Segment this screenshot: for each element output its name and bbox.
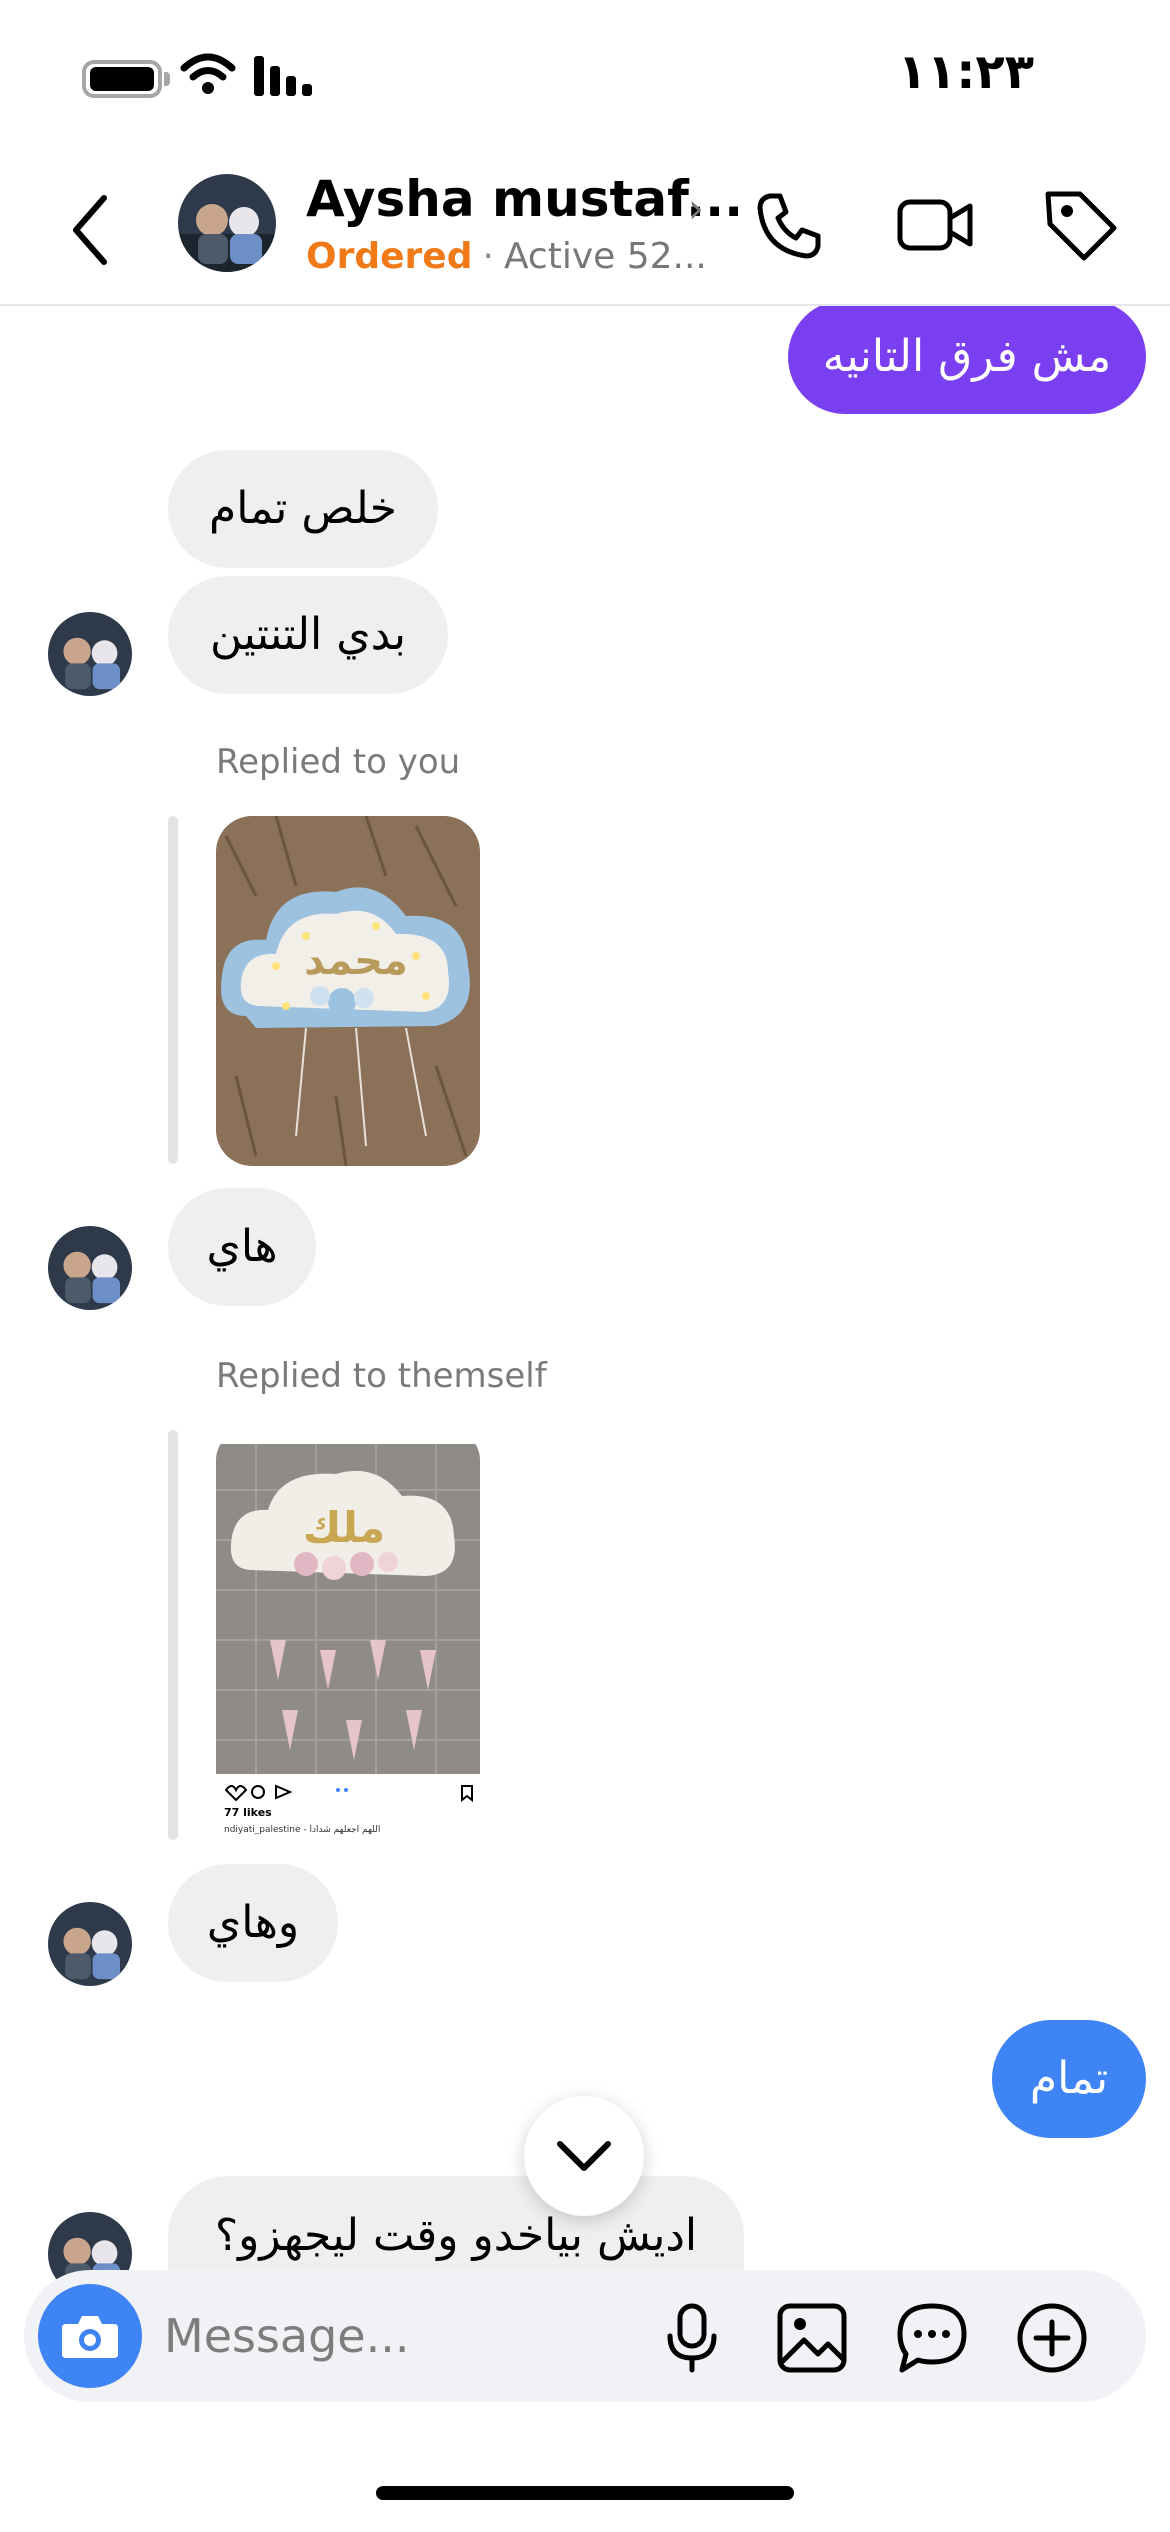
status-time: ١١:٢٣ — [897, 44, 1034, 100]
replied-photo[interactable]: محمد — [216, 816, 480, 1166]
battery-level — [90, 67, 154, 91]
message-incoming[interactable]: وهاي — [168, 1864, 338, 1982]
post-likes: 77 likes — [224, 1806, 272, 1819]
sticker-chat-icon[interactable] — [894, 2300, 970, 2376]
reply-bar — [168, 816, 178, 1164]
video-camera-icon[interactable] — [894, 184, 976, 266]
signal-icon — [254, 56, 312, 96]
battery-tip — [164, 72, 170, 86]
message-input[interactable] — [164, 2298, 634, 2374]
message-outgoing[interactable]: مش فرق التانيه — [788, 300, 1146, 414]
sender-avatar — [48, 1226, 132, 1310]
replied-post[interactable]: ملك 77 likes ndiyati_palestine - اللهم ا… — [216, 1430, 480, 1842]
camera-icon — [62, 2316, 118, 2358]
sender-avatar — [48, 612, 132, 696]
contact-name[interactable]: Aysha mustaf... — [306, 170, 743, 228]
message-incoming[interactable]: هاي — [168, 1188, 316, 1306]
tag-icon[interactable] — [1040, 184, 1122, 266]
post-overlay-text: ملك — [303, 1503, 385, 1552]
message-outgoing[interactable]: تمام — [992, 2020, 1146, 2138]
message-incoming[interactable]: بدي التنتين — [168, 576, 448, 694]
camera-button[interactable] — [38, 2284, 142, 2388]
plus-icon[interactable] — [1014, 2300, 1090, 2376]
contact-subtitle: Ordered · Active 52... — [306, 236, 707, 277]
microphone-icon[interactable] — [654, 2300, 730, 2376]
message-composer — [24, 2270, 1146, 2402]
sender-avatar — [48, 1902, 132, 1986]
reply-label: Replied to themself — [216, 1356, 547, 1396]
chat-header: Aysha mustaf... › Ordered · Active 52... — [0, 150, 1170, 306]
home-indicator — [376, 2486, 794, 2500]
back-arrow-icon[interactable] — [62, 192, 122, 268]
subtitle-separator: · — [482, 236, 494, 277]
scroll-to-bottom-button[interactable] — [524, 2096, 644, 2216]
active-status: Active 52... — [503, 236, 707, 277]
photo-overlay-text: محمد — [304, 938, 408, 984]
reply-bar — [168, 1430, 178, 1840]
message-incoming[interactable]: خلص تمام — [168, 450, 438, 568]
chevron-down-icon — [557, 2141, 611, 2171]
image-icon[interactable] — [774, 2300, 850, 2376]
status-bar: ١١:٢٣ — [0, 0, 1170, 150]
order-status: Ordered — [306, 236, 473, 277]
reply-label: Replied to you — [216, 742, 461, 782]
phone-icon[interactable] — [748, 184, 830, 266]
contact-avatar[interactable] — [178, 174, 276, 272]
wifi-icon — [180, 53, 236, 94]
post-caption: ndiyati_palestine - اللهم اجعلهم شدادا — [224, 1825, 380, 1835]
chevron-right-icon[interactable]: › — [688, 186, 704, 232]
